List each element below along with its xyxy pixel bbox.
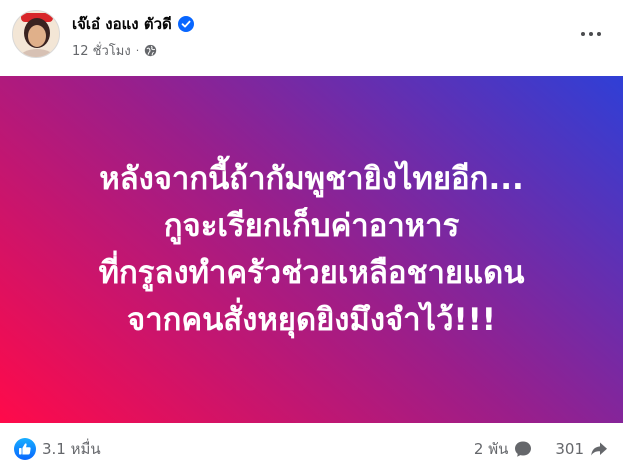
- more-dot: [589, 32, 593, 36]
- post-text-line: หลังจากนี้ถ้ากัมพูชายิงไทยอีก...: [99, 160, 524, 197]
- comments-summary[interactable]: 2 พัน: [474, 437, 533, 461]
- avatar-image: [13, 11, 59, 57]
- like-icon: [14, 438, 36, 460]
- globe-icon[interactable]: [144, 44, 157, 57]
- post-text-line: กูจะเรียกเก็บค่าอาหาร: [163, 207, 460, 244]
- post-text: หลังจากนี้ถ้ากัมพูชายิงไทยอีก... กูจะเรี…: [12, 156, 612, 344]
- share-count: 301: [555, 440, 584, 458]
- post-footer: 3.1 หมื่น 2 พัน 301: [0, 423, 623, 472]
- post-timestamp[interactable]: 12 ชั่วโมง: [72, 40, 131, 61]
- comment-icon: [515, 441, 532, 457]
- post-stats: 2 พัน 301: [474, 437, 609, 461]
- avatar[interactable]: [12, 10, 60, 58]
- verified-badge-icon: [177, 16, 194, 32]
- more-options-button[interactable]: [573, 20, 609, 48]
- author-name[interactable]: เจ๊เอ๋ งอแง ตัวดี: [72, 12, 172, 36]
- reactions-summary[interactable]: 3.1 หมื่น: [14, 437, 101, 461]
- share-icon: [591, 442, 607, 456]
- meta-separator: ·: [135, 44, 140, 57]
- post-text-line: จากคนสั่งหยุดยิงมึงจำไว้!!!: [127, 301, 496, 338]
- comment-count: 2 พัน: [473, 440, 509, 458]
- more-dot: [597, 32, 601, 36]
- post-background[interactable]: หลังจากนี้ถ้ากัมพูชายิงไทยอีก... กูจะเรี…: [0, 76, 623, 423]
- post-header: เจ๊เอ๋ งอแง ตัวดี 12 ชั่วโมง ·: [0, 0, 623, 76]
- reaction-count: 3.1 หมื่น: [42, 440, 101, 458]
- post-text-line: ที่กรูลงทำครัวช่วยเหลือชายแดน: [98, 254, 525, 291]
- post-meta: 12 ชั่วโมง ·: [72, 40, 157, 61]
- shares-summary[interactable]: 301: [555, 439, 609, 459]
- more-options-icon: [581, 32, 585, 36]
